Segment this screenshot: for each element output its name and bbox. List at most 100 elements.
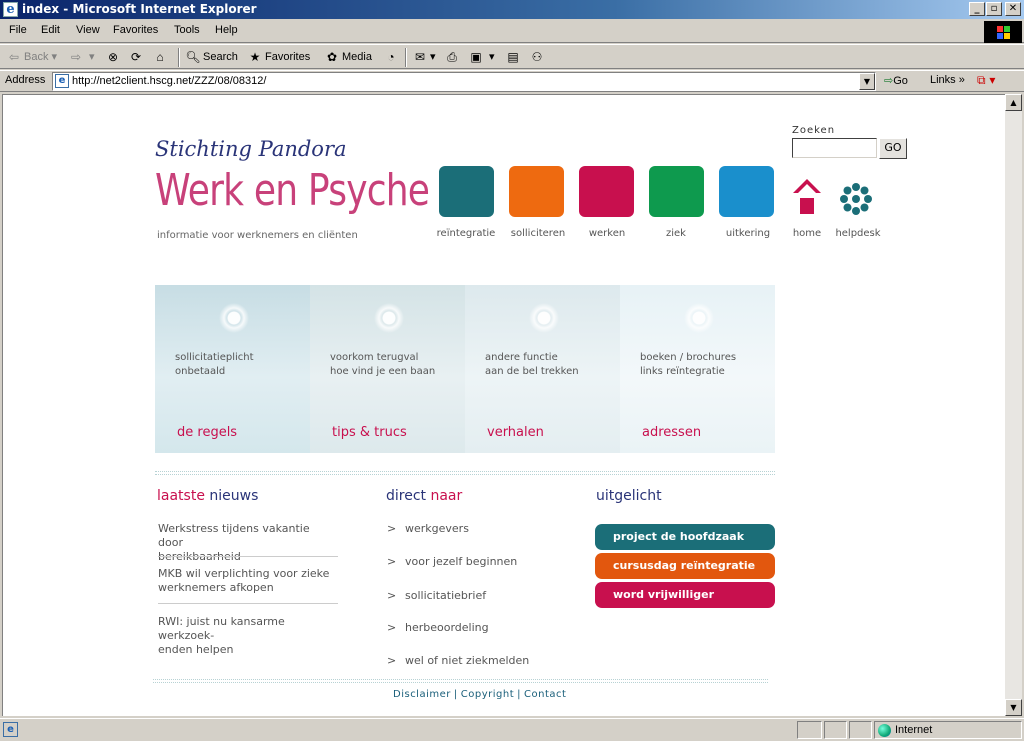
menu-edit[interactable]: Edit [41, 24, 60, 36]
search-button[interactable]: 🔍︎ Search [185, 49, 238, 66]
helpdesk-label[interactable]: helpdesk [823, 228, 893, 239]
featured-button[interactable]: cursusdag reïntegratie [595, 553, 775, 579]
nav-ziek-label[interactable]: ziek [641, 228, 711, 239]
status-cell [797, 721, 822, 739]
search-label: Search [203, 51, 238, 63]
magnifier-icon: 🔍︎ [185, 50, 201, 65]
panel-de-regels[interactable]: sollicitatieplicht onbetaald de regels [155, 285, 310, 453]
minimize-button[interactable]: _ [969, 2, 985, 16]
panel-title[interactable]: de regels [177, 425, 237, 440]
featured-heading: uitgelicht [596, 488, 662, 504]
site-search-input[interactable] [792, 138, 877, 158]
favorites-button[interactable]: ★ Favorites [247, 49, 311, 66]
toolbar-separator [178, 48, 180, 67]
links-label: Links [930, 74, 956, 86]
scroll-down-icon[interactable]: ▼ [1005, 699, 1022, 716]
news-heading: laatste nieuws [157, 488, 259, 504]
back-label: Back [24, 51, 49, 63]
go-nav-button[interactable]: ⇨Go [884, 74, 908, 87]
direct-link[interactable]: > werkgevers [387, 522, 469, 535]
panel-tips-trucs[interactable]: voorkom terugval hoe vind je een baan tip… [310, 285, 465, 453]
direct-link[interactable]: > sollicitatiebrief [387, 589, 486, 602]
nav-ziek-button[interactable] [649, 166, 704, 217]
panel-text: voorkom terugval hoe vind je een baan [330, 352, 436, 377]
featured-button[interactable]: project de hoofdzaak [595, 524, 775, 550]
address-bar: Address e http://net2client.hscg.net/ZZZ… [0, 70, 1024, 92]
nav-uitkering-button[interactable] [719, 166, 774, 217]
news-item[interactable]: RWI: juist nu kansarme werkzoek-enden he… [158, 615, 338, 657]
refresh-button[interactable]: ⟳ [128, 49, 146, 66]
nav-reintegratie-label[interactable]: reïntegratie [431, 228, 501, 239]
stop-button[interactable]: ⊗ [105, 49, 123, 66]
security-zone: Internet [874, 721, 1022, 739]
contact-link[interactable]: Contact [524, 689, 566, 700]
menu-tools[interactable]: Tools [174, 24, 200, 36]
stop-icon: ⊗ [107, 50, 119, 65]
menu-view[interactable]: View [76, 24, 100, 36]
helpdesk-icon[interactable] [839, 182, 873, 216]
news-separator [158, 556, 338, 557]
footer-divider [153, 679, 768, 683]
panel-text: sollicitatieplicht onbetaald [175, 352, 254, 377]
news-item[interactable]: Werkstress tijdens vakantie door bereikba… [158, 522, 338, 564]
address-input[interactable]: e http://net2client.hscg.net/ZZZ/08/0831… [52, 72, 876, 91]
mail-button[interactable]: ✉ ▾ [412, 49, 436, 66]
swirl-icon [215, 299, 253, 337]
messenger-icon: ⚇ [531, 50, 543, 65]
nav-werken-button[interactable] [579, 166, 634, 217]
featured-button[interactable]: word vrijwilliger [595, 582, 775, 608]
nav-solliciteren-button[interactable] [509, 166, 564, 217]
address-label: Address [5, 74, 46, 86]
menu-help[interactable]: Help [215, 24, 238, 36]
media-button[interactable]: ✿ Media [324, 49, 372, 66]
site-logo-text[interactable]: Werk en Psyche [155, 165, 430, 216]
nav-solliciteren-label[interactable]: solliciteren [503, 228, 573, 239]
title-bar: e index - Microsoft Internet Explorer _ … [0, 0, 1024, 19]
maximize-button[interactable]: ▫ [986, 2, 1002, 16]
mail-icon: ✉ [414, 50, 426, 65]
direct-link[interactable]: > voor jezelf beginnen [387, 555, 517, 568]
disclaimer-link[interactable]: Disclaimer [393, 689, 451, 700]
page-viewport: Stichting Pandora Werk en Psyche informa… [2, 94, 1005, 716]
zone-label: Internet [895, 724, 933, 736]
tagline: informatie voor werknemers en cliënten [157, 230, 358, 241]
address-dropdown-icon[interactable]: ▼ [859, 73, 875, 90]
edit-page-icon: ▣ [470, 50, 482, 65]
back-arrow-icon: ⇦ [8, 50, 20, 65]
nav-reintegratie-button[interactable] [439, 166, 494, 217]
panel-verhalen[interactable]: andere functie aan de bel trekken verhale… [465, 285, 620, 453]
vertical-scrollbar[interactable]: ▲ ▼ [1005, 94, 1022, 716]
swirl-icon [680, 299, 718, 337]
globe-icon [878, 723, 891, 737]
panel-title[interactable]: verhalen [487, 425, 544, 440]
direct-link[interactable]: > herbeoordeling [387, 621, 489, 634]
home-button[interactable]: ⌂ [152, 49, 170, 66]
nav-werken-label[interactable]: werken [572, 228, 642, 239]
search-label: Zoeken [792, 125, 836, 136]
news-item[interactable]: MKB wil verplichting voor zieke werknemer… [158, 567, 338, 595]
history-button[interactable]: ◔ [383, 49, 401, 66]
messenger-button[interactable]: ⚇ [529, 49, 547, 66]
direct-link[interactable]: > wel of niet ziekmelden [387, 654, 529, 667]
discuss-button[interactable]: ▤ [505, 49, 523, 66]
forward-button[interactable]: ⇨ ▾ [68, 49, 95, 66]
close-button[interactable]: ✕ [1005, 2, 1021, 16]
back-button[interactable]: ⇦ Back ▾ [6, 49, 57, 66]
scroll-up-icon[interactable]: ▲ [1005, 94, 1022, 111]
news-separator [158, 603, 338, 604]
house-icon: ⌂ [156, 50, 164, 65]
copyright-link[interactable]: Copyright [461, 689, 514, 700]
favorites-folder-icon: ★ [249, 50, 261, 65]
home-icon[interactable] [792, 177, 822, 217]
panel-adressen[interactable]: boeken / brochures links reïntegratie adr… [620, 285, 775, 453]
pdf-tool-icon[interactable]: ⧉ ▾ [977, 73, 995, 88]
links-button[interactable]: Links » [930, 74, 965, 86]
edit-button[interactable]: ▣ ▾ [468, 49, 494, 66]
panel-title[interactable]: adressen [642, 425, 701, 440]
site-search-go-button[interactable]: GO [879, 138, 907, 159]
print-button[interactable]: ⎙ [444, 49, 462, 66]
menu-favorites[interactable]: Favorites [113, 24, 158, 36]
panel-title[interactable]: tips & trucs [332, 425, 407, 440]
footer-links: Disclaimer | Copyright | Contact [393, 689, 567, 700]
menu-file[interactable]: File [9, 24, 27, 36]
